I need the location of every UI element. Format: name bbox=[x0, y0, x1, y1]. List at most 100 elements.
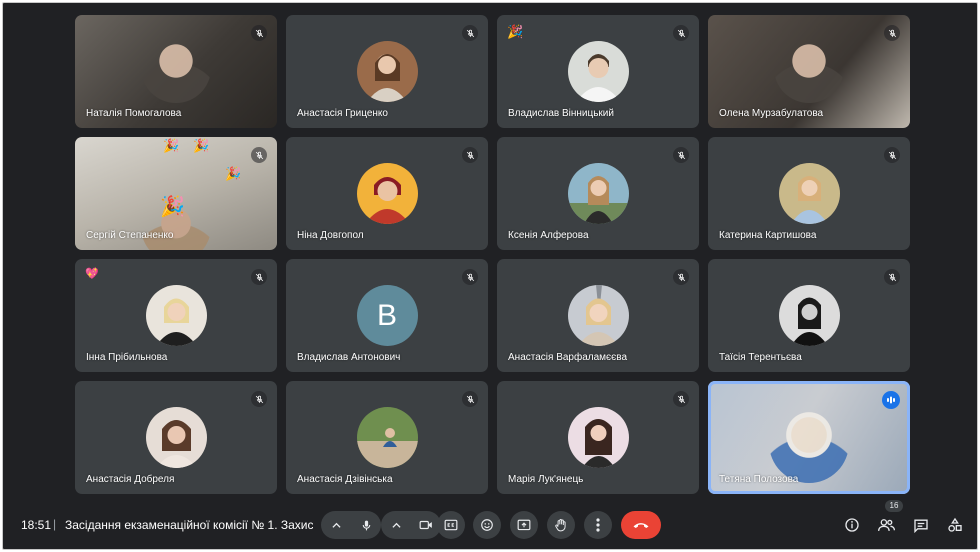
activities-icon bbox=[948, 517, 962, 532]
mic-off-icon bbox=[884, 147, 900, 163]
meeting-title[interactable]: Засідання екзаменаційної комісії № 1. За… bbox=[65, 518, 313, 532]
meeting-time: 18:51 bbox=[21, 518, 52, 532]
mic-off-icon bbox=[462, 269, 478, 285]
participant-tile[interactable]: Олена Мурзабулатова bbox=[708, 15, 910, 128]
participant-name: Сергій Степаненко bbox=[86, 230, 174, 241]
activities-button[interactable] bbox=[945, 515, 965, 535]
participant-tile[interactable]: Таїсія Терентьєва bbox=[708, 259, 910, 372]
participant-tile[interactable]: Анастасія Дзівінська bbox=[286, 381, 488, 494]
speaking-indicator-icon bbox=[882, 391, 900, 409]
mic-options-button[interactable] bbox=[321, 511, 351, 539]
present-screen-button[interactable] bbox=[510, 511, 538, 539]
participant-tile-active-speaker[interactable]: Тетяна Полозова bbox=[708, 381, 910, 494]
avatar bbox=[567, 41, 629, 102]
bottom-toolbar: 18:51 | Засідання екзаменаційної комісії… bbox=[3, 503, 977, 549]
avatar bbox=[567, 407, 629, 468]
camera-icon bbox=[419, 520, 432, 530]
emoji-button[interactable] bbox=[473, 511, 501, 539]
present-screen-icon bbox=[517, 519, 531, 530]
mic-off-icon bbox=[251, 269, 267, 285]
reaction-emoji: 🎉 bbox=[160, 196, 185, 218]
mic-toggle-button[interactable] bbox=[351, 511, 381, 539]
participant-tile[interactable]: 🎉 🎉 🎉 🎉 Сергій Степаненко bbox=[75, 137, 277, 250]
avatar bbox=[567, 163, 629, 224]
reaction-emoji: 🎉 bbox=[507, 24, 524, 39]
avatar bbox=[778, 285, 840, 346]
mic-off-icon bbox=[673, 147, 689, 163]
mic-icon bbox=[362, 520, 370, 530]
captions-button[interactable] bbox=[437, 511, 465, 539]
chat-icon bbox=[914, 519, 928, 533]
avatar bbox=[356, 407, 418, 468]
mic-off-icon bbox=[884, 25, 900, 41]
reaction-emoji: 🎉 bbox=[193, 138, 210, 153]
mic-off-icon bbox=[251, 25, 267, 41]
avatar bbox=[356, 163, 418, 224]
participant-tile[interactable]: Ксенія Алферова bbox=[497, 137, 699, 250]
reaction-emoji: 🎉 bbox=[225, 166, 242, 181]
participant-name: Наталія Помогалова bbox=[86, 108, 182, 119]
emoji-icon bbox=[481, 519, 493, 531]
participant-name: Олена Мурзабулатова bbox=[719, 108, 824, 119]
hang-up-button[interactable] bbox=[621, 511, 661, 539]
people-button[interactable] bbox=[876, 515, 896, 535]
participant-grid: Наталія Помогалова Анастасія Гриценко 🎉 … bbox=[75, 15, 911, 495]
participant-name: Інна Прібильнова bbox=[86, 352, 168, 363]
participant-name: Катерина Картишова bbox=[719, 230, 817, 241]
participant-tile[interactable]: Наталія Помогалова bbox=[75, 15, 277, 128]
participant-tile[interactable]: 💖 Інна Прібильнова bbox=[75, 259, 277, 372]
info-icon bbox=[845, 518, 859, 532]
mic-off-icon bbox=[251, 391, 267, 407]
participant-name: Марія Лук'янець bbox=[508, 474, 584, 485]
mic-off-icon bbox=[884, 269, 900, 285]
mic-off-icon bbox=[462, 147, 478, 163]
avatar bbox=[778, 163, 840, 224]
mic-off-icon bbox=[462, 391, 478, 407]
mic-off-icon bbox=[673, 269, 689, 285]
participant-name: Анастасія Варфаламєєва bbox=[508, 352, 628, 363]
meeting-info-button[interactable] bbox=[842, 515, 862, 535]
participant-video bbox=[774, 33, 844, 103]
chat-button[interactable] bbox=[911, 515, 931, 535]
mic-off-icon bbox=[462, 25, 478, 41]
more-options-icon bbox=[596, 518, 600, 532]
participant-tile[interactable]: Анастасія Добреля bbox=[75, 381, 277, 494]
participant-count-badge: 16 bbox=[885, 500, 903, 512]
participant-name: Ніна Довгопол bbox=[297, 230, 364, 241]
avatar-letter: В bbox=[356, 285, 418, 346]
participant-name: Анастасія Добреля bbox=[86, 474, 175, 485]
people-icon bbox=[877, 519, 895, 531]
chevron-up-icon bbox=[391, 522, 401, 528]
camera-options-button[interactable] bbox=[381, 511, 411, 539]
participant-tile[interactable]: Катерина Картишова bbox=[708, 137, 910, 250]
participant-name: Анастасія Гриценко bbox=[297, 108, 388, 119]
participant-tile[interactable]: 🎉 Владислав Вінницький bbox=[497, 15, 699, 128]
participant-name: Владислав Вінницький bbox=[508, 108, 614, 119]
participant-tile[interactable]: Ніна Довгопол bbox=[286, 137, 488, 250]
participant-tile[interactable]: Анастасія Варфаламєєва bbox=[497, 259, 699, 372]
participant-tile[interactable]: Марія Лук'янець bbox=[497, 381, 699, 494]
participant-tile[interactable]: Анастасія Гриценко bbox=[286, 15, 488, 128]
chevron-up-icon bbox=[331, 522, 341, 528]
participant-name: Тетяна Полозова bbox=[719, 474, 799, 485]
separator: | bbox=[53, 517, 57, 531]
avatar bbox=[567, 285, 629, 346]
participant-tile[interactable]: В Владислав Антонович bbox=[286, 259, 488, 372]
participant-video bbox=[141, 33, 211, 103]
avatar bbox=[145, 407, 207, 468]
raise-hand-button[interactable] bbox=[547, 511, 575, 539]
mic-control-group bbox=[321, 511, 381, 539]
more-options-button[interactable] bbox=[584, 511, 612, 539]
participant-name: Таїсія Терентьєва bbox=[719, 352, 802, 363]
meet-window: Наталія Помогалова Анастасія Гриценко 🎉 … bbox=[2, 2, 978, 550]
participant-video bbox=[769, 403, 849, 483]
reaction-emoji: 🎉 bbox=[163, 138, 180, 153]
reaction-emoji: 💖 bbox=[85, 268, 99, 280]
participant-name: Владислав Антонович bbox=[297, 352, 401, 363]
raise-hand-icon bbox=[555, 518, 566, 532]
hang-up-icon bbox=[633, 523, 649, 528]
avatar bbox=[356, 41, 418, 102]
mic-off-icon bbox=[673, 391, 689, 407]
avatar bbox=[145, 285, 207, 346]
captions-icon bbox=[444, 519, 458, 531]
